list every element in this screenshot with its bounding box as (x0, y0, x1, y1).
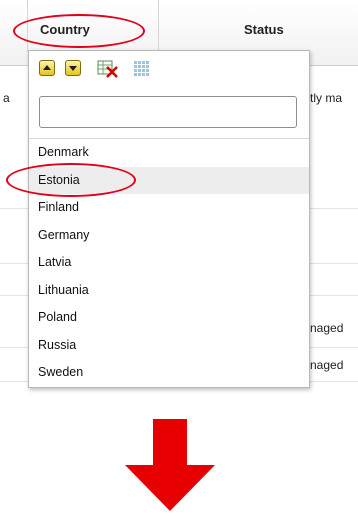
country-option-lithuania[interactable]: Lithuania (29, 277, 309, 304)
select-all-icon[interactable] (133, 60, 153, 78)
country-option-finland[interactable]: Finland (29, 194, 309, 221)
triangle-up-icon (43, 65, 51, 70)
country-option-denmark[interactable]: Denmark (29, 139, 309, 166)
column-separator (158, 0, 159, 52)
country-option-latvia[interactable]: Latvia (29, 249, 309, 276)
arrow-down-icon (123, 419, 217, 513)
country-filter-popup: Denmark Estonia Finland Germany Latvia L… (28, 50, 310, 388)
filter-search-input[interactable] (39, 96, 297, 128)
sort-ascending-icon[interactable] (39, 60, 55, 76)
clear-filter-icon[interactable] (97, 60, 119, 78)
country-option-russia[interactable]: Russia (29, 332, 309, 359)
country-column-header[interactable]: Country (40, 22, 90, 37)
table-cell: tly ma (310, 91, 343, 105)
sort-descending-icon[interactable] (65, 60, 81, 76)
triangle-down-icon (69, 66, 77, 71)
status-column-header[interactable]: Status (244, 22, 284, 37)
country-option-estonia[interactable]: Estonia (29, 167, 309, 194)
column-separator (27, 0, 28, 52)
country-option-germany[interactable]: Germany (29, 222, 309, 249)
country-option-sweden[interactable]: Sweden (29, 359, 309, 386)
table-cell: naged (310, 358, 344, 372)
country-option-poland[interactable]: Poland (29, 304, 309, 331)
table-cell: a (3, 91, 10, 105)
table-cell: naged (310, 321, 344, 335)
